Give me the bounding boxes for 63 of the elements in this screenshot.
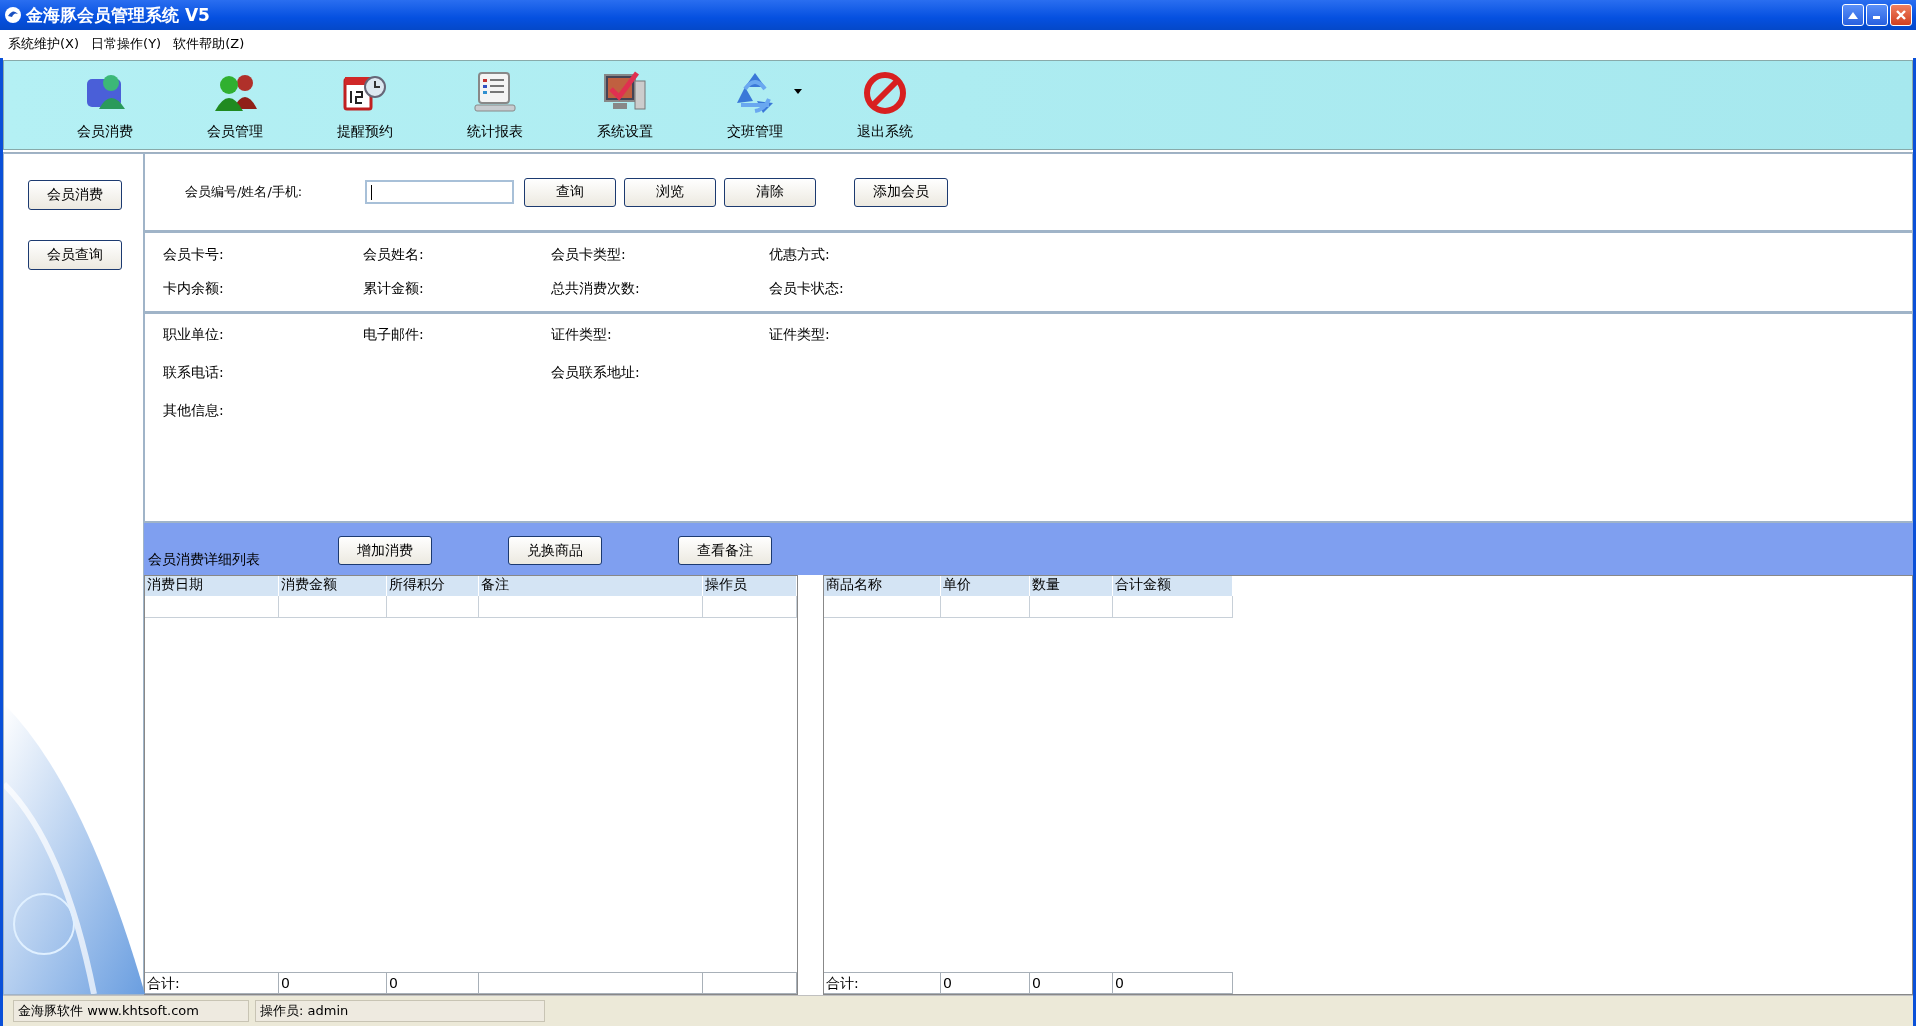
action-button[interactable]: 清除	[724, 177, 816, 207]
add-member-button[interactable]: 添加会员	[854, 177, 948, 207]
sidebar-button[interactable]: 会员消费	[28, 180, 122, 210]
sidebar-button[interactable]: 会员查询	[28, 240, 122, 270]
field-label: 证件类型:	[551, 326, 613, 344]
field-label: 证件类型:	[769, 326, 831, 344]
app-logo-icon	[4, 6, 22, 24]
field-label: 优惠方式:	[769, 246, 831, 264]
restore-button[interactable]	[1842, 4, 1864, 26]
field-label: 卡内余额:	[163, 280, 225, 298]
field-label: 会员联系地址:	[551, 364, 641, 382]
total-cell: 合计:	[824, 972, 941, 994]
detail-button[interactable]: 兑换商品	[508, 536, 602, 565]
detail-button[interactable]: 查看备注	[678, 536, 772, 565]
action-button[interactable]: 浏览	[624, 177, 716, 207]
menu-item[interactable]: 日常操作(Y)	[91, 35, 162, 53]
total-cell: 0	[279, 972, 387, 994]
restore-icon	[1847, 10, 1859, 20]
status-panel: 金海豚软件 www.khtsoft.com	[13, 1000, 249, 1022]
field-label: 联系电话:	[163, 364, 225, 382]
status-panel: 操作员: admin	[255, 1000, 545, 1022]
column-header[interactable]: 商品名称	[824, 576, 941, 596]
window-title: 金海豚会员管理系统 V5	[26, 3, 211, 27]
total-cell: 0	[387, 972, 479, 994]
field-label: 总共消费次数:	[551, 280, 641, 298]
field-label: 职业单位:	[163, 326, 225, 344]
menu-item[interactable]: 软件帮助(Z)	[173, 35, 245, 53]
detail-button[interactable]: 增加消费	[338, 536, 432, 565]
total-cell: 合计:	[145, 972, 279, 994]
column-header[interactable]: 消费日期	[145, 576, 279, 596]
total-cell: 0	[941, 972, 1030, 994]
toolbar-button[interactable]: 统计报表	[440, 61, 550, 149]
close-button[interactable]	[1890, 4, 1912, 26]
column-header[interactable]: 数量	[1030, 576, 1113, 596]
column-header[interactable]: 单价	[941, 576, 1030, 596]
action-button[interactable]: 查询	[524, 177, 616, 207]
column-header[interactable]: 备注	[479, 576, 703, 596]
search-field[interactable]	[365, 180, 514, 204]
toolbar-button[interactable]: 会员消费	[50, 61, 160, 149]
minimize-button[interactable]	[1866, 4, 1888, 26]
field-label: 累计金额:	[363, 280, 425, 298]
toolbar-button[interactable]: 退出系统	[830, 61, 940, 149]
toolbar-button[interactable]: 提醒预约	[310, 61, 420, 149]
total-cell: 0	[1030, 972, 1113, 994]
field-label: 其他信息:	[163, 402, 225, 420]
search-label: 会员编号/姓名/手机:	[185, 183, 304, 201]
detail-title: 会员消费详细列表	[148, 551, 261, 569]
toolbar-button[interactable]: 会员管理	[180, 61, 290, 149]
toolbar-button[interactable]: 交班管理	[700, 61, 810, 149]
close-icon	[1895, 9, 1907, 21]
field-label: 会员卡号:	[163, 246, 225, 264]
toolbar-icon	[861, 69, 909, 117]
field-label: 会员卡类型:	[551, 246, 627, 264]
column-header[interactable]: 操作员	[703, 576, 797, 596]
toolbar-button[interactable]: 系统设置	[570, 61, 680, 149]
field-label: 会员姓名:	[363, 246, 425, 264]
column-header[interactable]: 消费金额	[279, 576, 387, 596]
field-label: 会员卡状态:	[769, 280, 845, 298]
total-cell: 0	[1113, 972, 1233, 994]
menu-item[interactable]: 系统维护(X)	[8, 35, 80, 53]
column-header[interactable]: 合计金额	[1113, 576, 1233, 596]
field-label: 电子邮件:	[363, 326, 425, 344]
column-header[interactable]: 所得积分	[387, 576, 479, 596]
